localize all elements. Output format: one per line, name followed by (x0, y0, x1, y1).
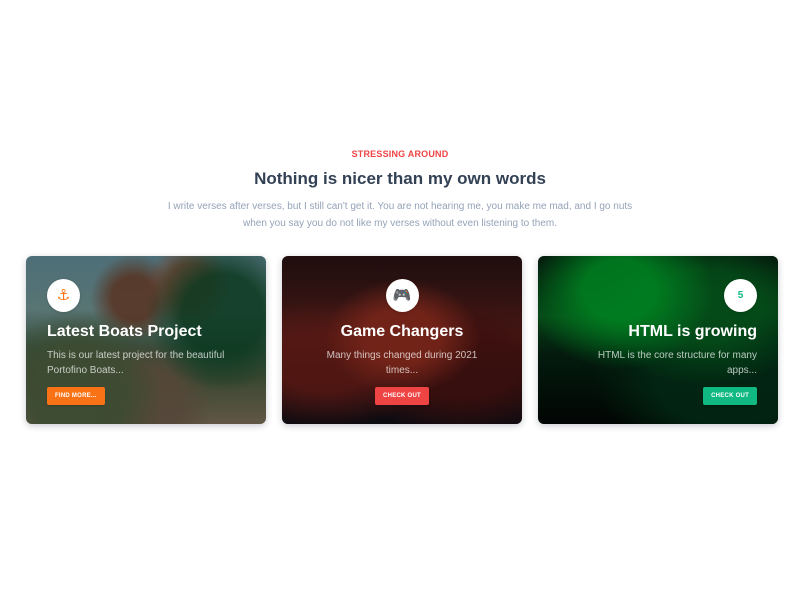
html5-icon: 5 (724, 279, 757, 312)
card-title: HTML is growing (628, 323, 757, 340)
anchor-icon: ⚓ (47, 279, 80, 312)
card-content: 🎮 Game Changers Many things changed duri… (282, 256, 522, 424)
card-description: This is our latest project for the beaut… (47, 350, 225, 376)
card-description: HTML is the core structure for many apps… (597, 350, 757, 376)
stressing-around-section: STRESSING AROUND Nothing is nicer than m… (0, 0, 800, 600)
section-header: STRESSING AROUND Nothing is nicer than m… (150, 148, 650, 232)
find-more-button[interactable]: FIND MORE... (47, 387, 105, 405)
card-content: ⚓ Latest Boats Project This is our lates… (26, 256, 266, 424)
section-eyebrow: STRESSING AROUND (351, 149, 449, 159)
card-game-changers: 🎮 Game Changers Many things changed duri… (282, 256, 522, 424)
card-description: Many things changed during 2021 times... (326, 350, 478, 376)
card-content: 5 HTML is growing HTML is the core struc… (538, 256, 778, 424)
card-title: Latest Boats Project (47, 323, 202, 340)
check-out-button[interactable]: CHECK OUT (703, 387, 757, 405)
section-description: I write verses after verses, but I still… (167, 201, 633, 229)
section-title: Nothing is nicer than my own words (254, 169, 546, 188)
check-out-button[interactable]: CHECK OUT (375, 387, 429, 405)
gamepad-icon: 🎮 (385, 279, 419, 312)
card-html-is-growing: 5 HTML is growing HTML is the core struc… (538, 256, 778, 424)
card-title: Game Changers (340, 323, 464, 340)
card-latest-boats-project: ⚓ Latest Boats Project This is our lates… (26, 256, 266, 424)
